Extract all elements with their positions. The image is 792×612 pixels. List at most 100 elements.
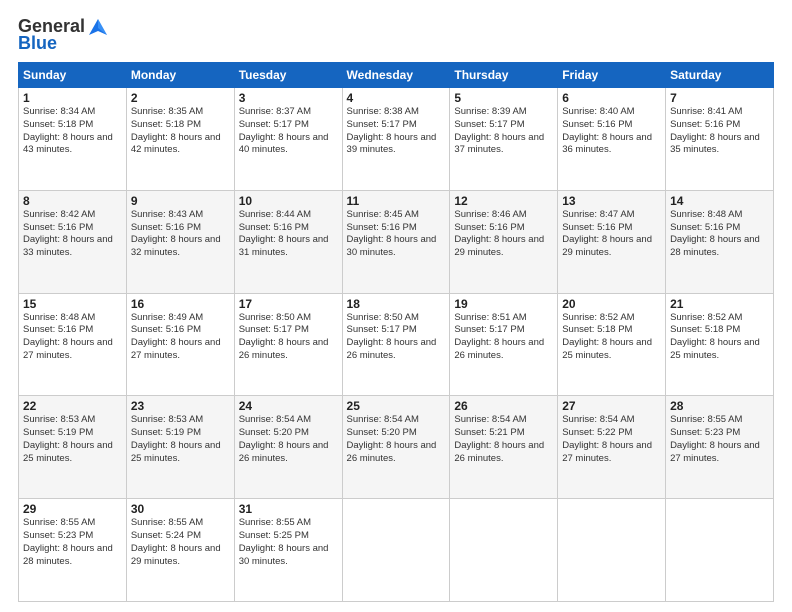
day-info: Sunrise: 8:40 AM Sunset: 5:16 PM Dayligh…	[562, 106, 661, 157]
day-info: Sunrise: 8:52 AM Sunset: 5:18 PM Dayligh…	[562, 312, 661, 363]
day-number: 4	[347, 91, 446, 105]
day-cell-19: 19 Sunrise: 8:51 AM Sunset: 5:17 PM Dayl…	[450, 293, 558, 396]
day-cell-6: 6 Sunrise: 8:40 AM Sunset: 5:16 PM Dayli…	[558, 88, 666, 191]
day-cell-9: 9 Sunrise: 8:43 AM Sunset: 5:16 PM Dayli…	[126, 190, 234, 293]
day-header-monday: Monday	[126, 63, 234, 88]
day-cell-29: 29 Sunrise: 8:55 AM Sunset: 5:23 PM Dayl…	[19, 499, 127, 602]
day-number: 17	[239, 297, 338, 311]
week-row-1: 1 Sunrise: 8:34 AM Sunset: 5:18 PM Dayli…	[19, 88, 774, 191]
day-cell-31: 31 Sunrise: 8:55 AM Sunset: 5:25 PM Dayl…	[234, 499, 342, 602]
day-cell-26: 26 Sunrise: 8:54 AM Sunset: 5:21 PM Dayl…	[450, 396, 558, 499]
day-info: Sunrise: 8:49 AM Sunset: 5:16 PM Dayligh…	[131, 312, 230, 363]
day-number: 15	[23, 297, 122, 311]
day-cell-12: 12 Sunrise: 8:46 AM Sunset: 5:16 PM Dayl…	[450, 190, 558, 293]
day-info: Sunrise: 8:50 AM Sunset: 5:17 PM Dayligh…	[239, 312, 338, 363]
page: General Blue SundayMondayTuesdayWednesda…	[0, 0, 792, 612]
day-info: Sunrise: 8:53 AM Sunset: 5:19 PM Dayligh…	[23, 414, 122, 465]
days-of-week-row: SundayMondayTuesdayWednesdayThursdayFrid…	[19, 63, 774, 88]
day-cell-13: 13 Sunrise: 8:47 AM Sunset: 5:16 PM Dayl…	[558, 190, 666, 293]
day-info: Sunrise: 8:34 AM Sunset: 5:18 PM Dayligh…	[23, 106, 122, 157]
calendar-body: 1 Sunrise: 8:34 AM Sunset: 5:18 PM Dayli…	[19, 88, 774, 602]
day-info: Sunrise: 8:54 AM Sunset: 5:21 PM Dayligh…	[454, 414, 553, 465]
day-number: 27	[562, 399, 661, 413]
day-cell-27: 27 Sunrise: 8:54 AM Sunset: 5:22 PM Dayl…	[558, 396, 666, 499]
header: General Blue	[18, 16, 774, 54]
day-cell-28: 28 Sunrise: 8:55 AM Sunset: 5:23 PM Dayl…	[666, 396, 774, 499]
day-info: Sunrise: 8:48 AM Sunset: 5:16 PM Dayligh…	[670, 209, 769, 260]
day-cell-18: 18 Sunrise: 8:50 AM Sunset: 5:17 PM Dayl…	[342, 293, 450, 396]
day-number: 26	[454, 399, 553, 413]
day-header-tuesday: Tuesday	[234, 63, 342, 88]
empty-cell	[342, 499, 450, 602]
calendar-header: SundayMondayTuesdayWednesdayThursdayFrid…	[19, 63, 774, 88]
day-cell-1: 1 Sunrise: 8:34 AM Sunset: 5:18 PM Dayli…	[19, 88, 127, 191]
day-number: 6	[562, 91, 661, 105]
day-info: Sunrise: 8:37 AM Sunset: 5:17 PM Dayligh…	[239, 106, 338, 157]
week-row-3: 15 Sunrise: 8:48 AM Sunset: 5:16 PM Dayl…	[19, 293, 774, 396]
day-cell-22: 22 Sunrise: 8:53 AM Sunset: 5:19 PM Dayl…	[19, 396, 127, 499]
day-number: 11	[347, 194, 446, 208]
week-row-5: 29 Sunrise: 8:55 AM Sunset: 5:23 PM Dayl…	[19, 499, 774, 602]
day-info: Sunrise: 8:55 AM Sunset: 5:25 PM Dayligh…	[239, 517, 338, 568]
day-cell-16: 16 Sunrise: 8:49 AM Sunset: 5:16 PM Dayl…	[126, 293, 234, 396]
day-info: Sunrise: 8:46 AM Sunset: 5:16 PM Dayligh…	[454, 209, 553, 260]
day-cell-11: 11 Sunrise: 8:45 AM Sunset: 5:16 PM Dayl…	[342, 190, 450, 293]
logo-bird-icon	[87, 18, 109, 36]
day-number: 22	[23, 399, 122, 413]
day-cell-4: 4 Sunrise: 8:38 AM Sunset: 5:17 PM Dayli…	[342, 88, 450, 191]
day-header-thursday: Thursday	[450, 63, 558, 88]
day-cell-15: 15 Sunrise: 8:48 AM Sunset: 5:16 PM Dayl…	[19, 293, 127, 396]
day-cell-25: 25 Sunrise: 8:54 AM Sunset: 5:20 PM Dayl…	[342, 396, 450, 499]
day-info: Sunrise: 8:54 AM Sunset: 5:20 PM Dayligh…	[239, 414, 338, 465]
day-info: Sunrise: 8:55 AM Sunset: 5:23 PM Dayligh…	[670, 414, 769, 465]
day-cell-7: 7 Sunrise: 8:41 AM Sunset: 5:16 PM Dayli…	[666, 88, 774, 191]
day-header-sunday: Sunday	[19, 63, 127, 88]
day-cell-23: 23 Sunrise: 8:53 AM Sunset: 5:19 PM Dayl…	[126, 396, 234, 499]
day-info: Sunrise: 8:54 AM Sunset: 5:20 PM Dayligh…	[347, 414, 446, 465]
day-info: Sunrise: 8:50 AM Sunset: 5:17 PM Dayligh…	[347, 312, 446, 363]
day-number: 8	[23, 194, 122, 208]
day-info: Sunrise: 8:52 AM Sunset: 5:18 PM Dayligh…	[670, 312, 769, 363]
day-info: Sunrise: 8:54 AM Sunset: 5:22 PM Dayligh…	[562, 414, 661, 465]
day-number: 28	[670, 399, 769, 413]
day-number: 21	[670, 297, 769, 311]
empty-cell	[558, 499, 666, 602]
day-number: 1	[23, 91, 122, 105]
day-info: Sunrise: 8:45 AM Sunset: 5:16 PM Dayligh…	[347, 209, 446, 260]
week-row-4: 22 Sunrise: 8:53 AM Sunset: 5:19 PM Dayl…	[19, 396, 774, 499]
day-number: 18	[347, 297, 446, 311]
day-info: Sunrise: 8:44 AM Sunset: 5:16 PM Dayligh…	[239, 209, 338, 260]
day-number: 5	[454, 91, 553, 105]
day-number: 12	[454, 194, 553, 208]
day-info: Sunrise: 8:53 AM Sunset: 5:19 PM Dayligh…	[131, 414, 230, 465]
day-info: Sunrise: 8:55 AM Sunset: 5:24 PM Dayligh…	[131, 517, 230, 568]
day-number: 2	[131, 91, 230, 105]
day-cell-14: 14 Sunrise: 8:48 AM Sunset: 5:16 PM Dayl…	[666, 190, 774, 293]
day-number: 13	[562, 194, 661, 208]
day-info: Sunrise: 8:39 AM Sunset: 5:17 PM Dayligh…	[454, 106, 553, 157]
day-number: 3	[239, 91, 338, 105]
day-info: Sunrise: 8:55 AM Sunset: 5:23 PM Dayligh…	[23, 517, 122, 568]
day-cell-3: 3 Sunrise: 8:37 AM Sunset: 5:17 PM Dayli…	[234, 88, 342, 191]
day-number: 16	[131, 297, 230, 311]
day-number: 30	[131, 502, 230, 516]
day-info: Sunrise: 8:51 AM Sunset: 5:17 PM Dayligh…	[454, 312, 553, 363]
day-info: Sunrise: 8:41 AM Sunset: 5:16 PM Dayligh…	[670, 106, 769, 157]
day-number: 19	[454, 297, 553, 311]
day-number: 20	[562, 297, 661, 311]
day-number: 29	[23, 502, 122, 516]
logo-area: General Blue	[18, 16, 109, 54]
day-number: 10	[239, 194, 338, 208]
day-info: Sunrise: 8:38 AM Sunset: 5:17 PM Dayligh…	[347, 106, 446, 157]
day-cell-24: 24 Sunrise: 8:54 AM Sunset: 5:20 PM Dayl…	[234, 396, 342, 499]
day-cell-10: 10 Sunrise: 8:44 AM Sunset: 5:16 PM Dayl…	[234, 190, 342, 293]
day-header-friday: Friday	[558, 63, 666, 88]
logo-blue-text: Blue	[18, 33, 57, 54]
day-cell-2: 2 Sunrise: 8:35 AM Sunset: 5:18 PM Dayli…	[126, 88, 234, 191]
day-header-wednesday: Wednesday	[342, 63, 450, 88]
calendar-table: SundayMondayTuesdayWednesdayThursdayFrid…	[18, 62, 774, 602]
day-number: 23	[131, 399, 230, 413]
day-info: Sunrise: 8:35 AM Sunset: 5:18 PM Dayligh…	[131, 106, 230, 157]
day-number: 25	[347, 399, 446, 413]
day-cell-8: 8 Sunrise: 8:42 AM Sunset: 5:16 PM Dayli…	[19, 190, 127, 293]
